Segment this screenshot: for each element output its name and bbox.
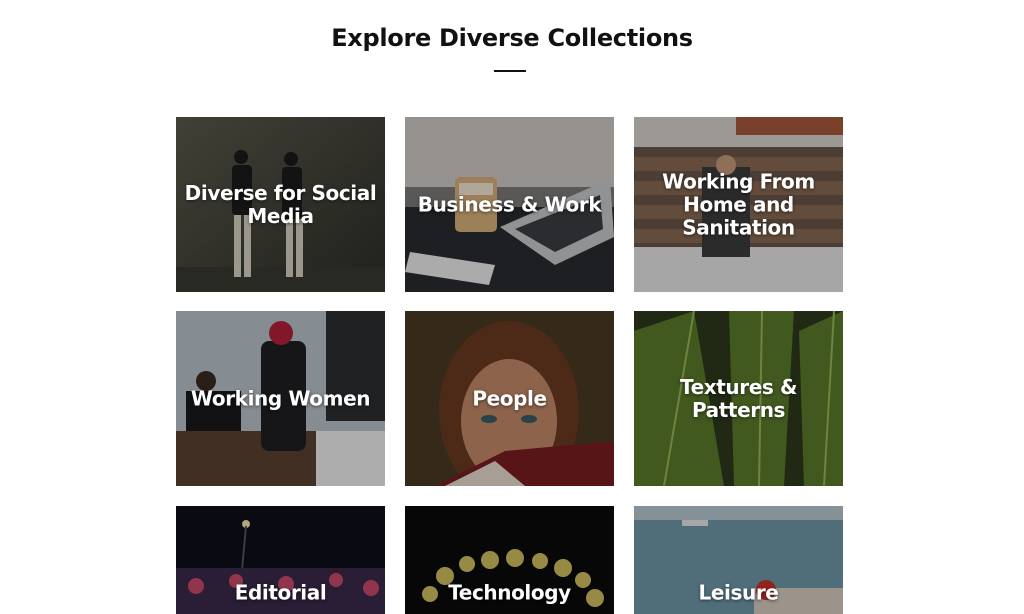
- collection-tile-editorial[interactable]: Editorial: [176, 506, 385, 614]
- page-title: Explore Diverse Collections: [331, 24, 693, 52]
- collection-tile-business-work[interactable]: Business & Work: [405, 117, 614, 292]
- tile-label: Technology: [448, 580, 571, 605]
- tile-label: Textures & Patterns: [680, 374, 797, 422]
- collection-tile-leisure[interactable]: Leisure: [634, 506, 843, 614]
- collection-tile-textures-patterns[interactable]: Textures & Patterns: [634, 311, 843, 486]
- tile-label: Diverse for Social Media: [184, 180, 377, 228]
- tile-label: Editorial: [234, 580, 327, 605]
- collections-grid: Diverse for Social Media Business & Work: [176, 117, 844, 614]
- collection-tile-diverse-social-media[interactable]: Diverse for Social Media: [176, 117, 385, 292]
- tile-label: People: [472, 386, 547, 410]
- collection-tile-working-from-home[interactable]: Working From Home and Sanitation: [634, 117, 843, 292]
- collection-tile-working-women[interactable]: Working Women: [176, 311, 385, 486]
- collection-tile-technology[interactable]: Technology: [405, 506, 614, 614]
- tile-label: Working Women: [190, 386, 371, 410]
- tile-label: Leisure: [698, 580, 779, 605]
- title-divider: [494, 70, 526, 72]
- collection-tile-people[interactable]: People: [405, 311, 614, 486]
- tile-label: Business & Work: [417, 192, 602, 216]
- tile-label: Working From Home and Sanitation: [662, 169, 815, 239]
